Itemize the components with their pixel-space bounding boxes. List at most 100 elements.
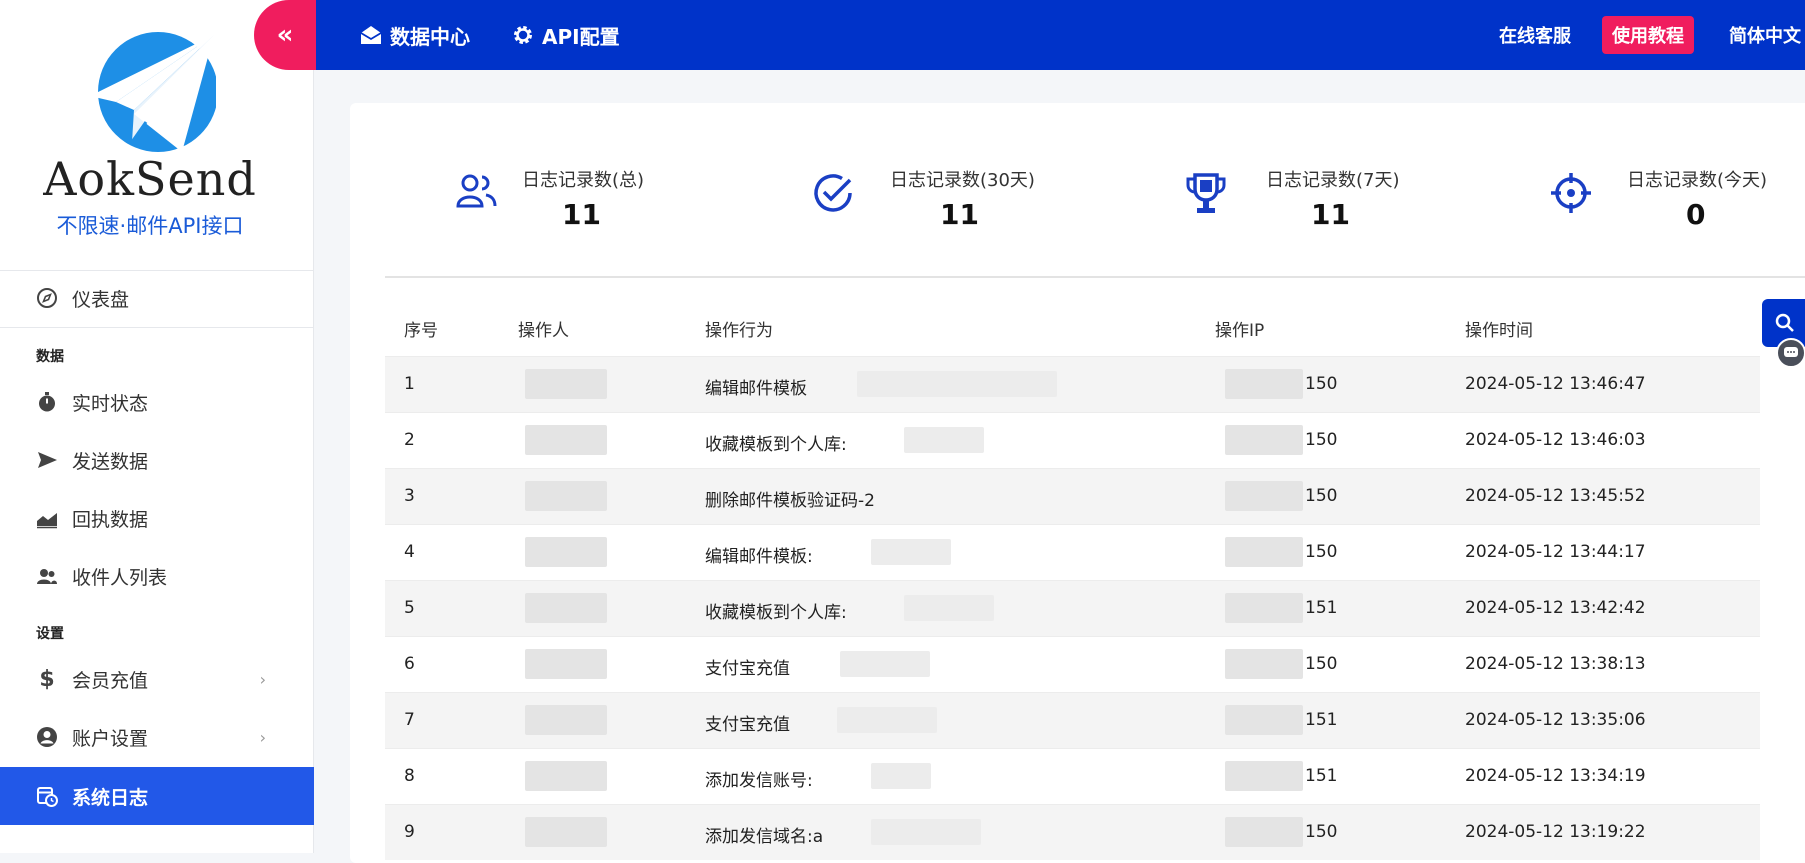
sidebar-item-label: 收件人列表: [72, 566, 168, 589]
cell-index: 7: [404, 710, 415, 730]
sidebar: AokSend 不限速·邮件API接口 仪表盘 数据 实时状态 发送数据 回执数…: [0, 0, 314, 853]
stopwatch-icon: [36, 391, 58, 413]
paper-plane-logo-icon: [90, 32, 216, 152]
envelope-open-icon: [360, 25, 382, 45]
send-icon: [36, 449, 58, 471]
tutorial-wrapper: 使用教程: [1602, 0, 1694, 70]
sidebar-item-label: 系统日志: [72, 786, 149, 809]
cell-ip: 150: [1305, 374, 1338, 394]
table-row: 7 支付宝充值 151 2024-05-12 13:35:06: [385, 692, 1760, 748]
cell-time: 2024-05-12 13:34:19: [1465, 766, 1646, 786]
header-action[interactable]: 操作行为: [705, 316, 773, 341]
stat-label: 日志记录数(30天): [890, 170, 1035, 191]
cell-time: 2024-05-12 13:42:42: [1465, 598, 1646, 618]
online-support-link[interactable]: 在线客服: [1499, 0, 1571, 70]
header-operator[interactable]: 操作人: [518, 316, 569, 341]
header-index[interactable]: 序号: [404, 316, 438, 341]
redacted-operator: [525, 761, 607, 791]
redacted-action-detail: [904, 595, 994, 621]
users-icon: [36, 565, 58, 587]
nav-api-config[interactable]: API配置: [512, 0, 620, 70]
cell-time: 2024-05-12 13:44:17: [1465, 542, 1646, 562]
brand-tagline: 不限速·邮件API接口: [56, 214, 244, 238]
cell-index: 8: [404, 766, 415, 786]
header-time[interactable]: 操作时间: [1465, 316, 1533, 341]
cell-time: 2024-05-12 13:38:13: [1465, 654, 1646, 674]
cell-ip: 150: [1305, 822, 1338, 842]
stat-label: 日志记录数(总): [522, 170, 645, 191]
nav-data-center[interactable]: 数据中心: [360, 0, 470, 70]
sidebar-item-recipient-list[interactable]: 收件人列表: [0, 549, 314, 603]
table-row: 6 支付宝充值 150 2024-05-12 13:38:13: [385, 636, 1760, 692]
users-icon: [455, 172, 497, 214]
compass-icon: [36, 287, 58, 309]
sidebar-item-label: 仪表盘: [72, 288, 130, 311]
chevron-right-icon: ›: [259, 669, 266, 689]
redacted-operator: [525, 705, 607, 735]
cell-ip: 151: [1305, 766, 1338, 786]
sidebar-section-settings: 设置: [36, 626, 64, 642]
cell-index: 9: [404, 822, 415, 842]
sidebar-item-label: 会员充值: [72, 669, 149, 692]
redacted-action-detail: [840, 651, 930, 677]
table-row: 2 收藏模板到个人库: 150 2024-05-12 13:46:03: [385, 412, 1760, 468]
stats-divider: [385, 276, 1805, 278]
double-chevron-left-icon: «: [276, 20, 294, 50]
cell-ip: 151: [1305, 710, 1338, 730]
redacted-ip: [1225, 761, 1303, 791]
trophy-icon: [1186, 172, 1226, 220]
chevron-right-icon: ›: [259, 727, 266, 747]
cell-index: 1: [404, 374, 415, 394]
table-row: 3 删除邮件模板验证码-2 150 2024-05-12 13:45:52: [385, 468, 1760, 524]
redacted-operator: [525, 649, 607, 679]
redacted-ip: [1225, 593, 1303, 623]
redacted-operator: [525, 817, 607, 847]
stat-total: 日志记录数(总) 11: [455, 158, 675, 238]
cell-action: 编辑邮件模板:: [705, 547, 813, 567]
sidebar-item-dashboard[interactable]: 仪表盘: [0, 271, 314, 325]
language-selector[interactable]: 简体中文: [1729, 0, 1801, 70]
collapse-sidebar-button[interactable]: «: [254, 0, 316, 70]
cell-ip: 150: [1305, 542, 1338, 562]
header-ip[interactable]: 操作IP: [1215, 316, 1264, 341]
redacted-ip: [1225, 649, 1303, 679]
stat-value: 0: [1686, 198, 1706, 231]
sidebar-item-system-log[interactable]: 系统日志: [0, 767, 314, 825]
brand-logo[interactable]: AokSend 不限速·邮件API接口: [40, 30, 260, 240]
table-row: 9 添加发信域名:a 150 2024-05-12 13:19:22: [385, 804, 1760, 860]
sidebar-item-send-data[interactable]: 发送数据: [0, 433, 314, 487]
sidebar-item-label: 发送数据: [72, 450, 149, 473]
crosshair-icon: [1550, 172, 1592, 218]
redacted-ip: [1225, 425, 1303, 455]
sidebar-item-receipt-data[interactable]: 回执数据: [0, 491, 314, 545]
cell-action: 编辑邮件模板: [705, 379, 807, 399]
chat-bubble-icon: [1784, 347, 1798, 357]
redacted-ip: [1225, 537, 1303, 567]
table-header: 序号 操作人 操作行为 操作IP 操作时间: [385, 293, 1760, 356]
cell-time: 2024-05-12 13:45:52: [1465, 486, 1646, 506]
redacted-action-detail: [904, 427, 984, 453]
sidebar-item-realtime-status[interactable]: 实时状态: [0, 375, 314, 429]
sidebar-item-member-recharge[interactable]: $ 会员充值 ›: [0, 652, 314, 706]
floating-chat-button[interactable]: [1776, 338, 1805, 368]
cell-action: 支付宝充值: [705, 659, 790, 679]
redacted-ip: [1225, 705, 1303, 735]
main-content-card: 日志记录数(总) 11 日志记录数(30天) 11 日志记录数(7天) 11 日…: [350, 103, 1805, 863]
sidebar-item-label: 实时状态: [72, 392, 149, 415]
redacted-action-detail: [871, 539, 951, 565]
dollar-icon: $: [39, 666, 55, 692]
brand-name: AokSend: [43, 152, 257, 206]
sidebar-item-account-settings[interactable]: 账户设置 ›: [0, 710, 314, 764]
cell-index: 2: [404, 430, 415, 450]
cell-ip: 150: [1305, 654, 1338, 674]
top-navigation-bar: 数据中心 API配置 在线客服 使用教程 简体中文: [314, 0, 1805, 70]
table-row: 8 添加发信账号: 151 2024-05-12 13:34:19: [385, 748, 1760, 804]
tutorial-button[interactable]: 使用教程: [1602, 16, 1694, 54]
cell-time: 2024-05-12 13:19:22: [1465, 822, 1646, 842]
table-row: 5 收藏模板到个人库: 151 2024-05-12 13:42:42: [385, 580, 1760, 636]
cell-ip: 150: [1305, 486, 1338, 506]
cell-time: 2024-05-12 13:46:03: [1465, 430, 1646, 450]
stat-30-days: 日志记录数(30天) 11: [812, 158, 1052, 238]
cell-action: 删除邮件模板验证码-2: [705, 491, 875, 511]
redacted-action-detail: [871, 819, 981, 845]
